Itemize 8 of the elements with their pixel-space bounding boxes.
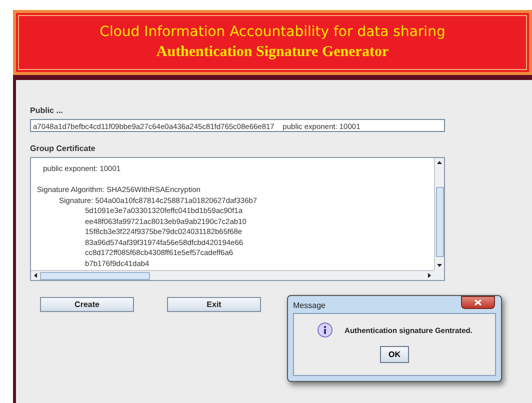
action-button[interactable]: Create xyxy=(40,297,134,312)
app-title: Cloud Information Accountability for data sharing xyxy=(100,24,446,40)
field-label: Group Certificate xyxy=(30,144,96,153)
dialog-title: Message xyxy=(293,301,326,310)
page-subtitle: Authentication Signature Generator xyxy=(156,44,389,61)
ok-button[interactable]: OK xyxy=(380,346,409,363)
action-button[interactable]: Exit xyxy=(167,297,261,312)
field-label: Public ... xyxy=(30,106,63,115)
